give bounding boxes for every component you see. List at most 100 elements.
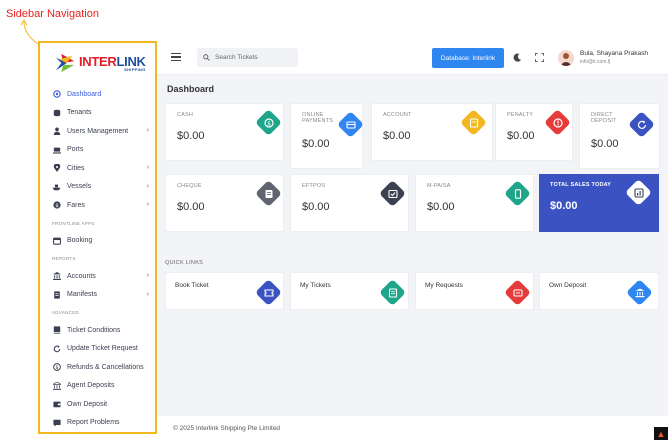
alert-icon bbox=[548, 113, 567, 132]
summary-card-cheque[interactable]: CHEQUE $0.00 bbox=[165, 174, 284, 232]
card-value: $0.00 bbox=[177, 201, 205, 213]
sidebar-item-own-deposit[interactable]: Own Deposit bbox=[40, 395, 155, 414]
quick-link-my-tickets[interactable]: My Tickets bbox=[290, 272, 409, 310]
quick-link-label: My Requests bbox=[425, 282, 463, 289]
card-value: $0.00 bbox=[383, 130, 411, 142]
sidebar-item-label: Report Problems bbox=[67, 419, 120, 427]
sidebar-item-users-management[interactable]: Users Management › bbox=[40, 122, 155, 141]
transfer-icon bbox=[632, 115, 651, 134]
footer: © 2025 Interlink Shipping Pte Limited bbox=[157, 417, 668, 440]
sidebar-item-cities[interactable]: Cities › bbox=[40, 159, 155, 178]
quick-link-label: My Tickets bbox=[300, 282, 331, 289]
database-button[interactable]: Database: Interlink bbox=[432, 48, 504, 68]
ledger-icon bbox=[464, 113, 483, 132]
footer-text: © 2025 Interlink Shipping Pte Limited bbox=[173, 425, 281, 432]
sidebar-item-dashboard[interactable]: Dashboard bbox=[40, 85, 155, 104]
chevron-right-icon: › bbox=[146, 272, 149, 279]
sidebar-item-refunds-cancellations[interactable]: $ Refunds & Cancellations bbox=[40, 358, 155, 377]
sidebar-item-label: Own Deposit bbox=[67, 400, 108, 408]
card-value: $0.00 bbox=[550, 200, 578, 212]
dashboard-icon bbox=[52, 90, 61, 99]
location-icon bbox=[52, 164, 61, 173]
sidebar-item-label: Update Ticket Request bbox=[67, 345, 138, 353]
refresh-icon bbox=[52, 344, 61, 353]
corner-logo-icon: ▲ bbox=[654, 427, 668, 440]
card-label: M-PAISA bbox=[427, 183, 451, 189]
sidebar-item-update-ticket-request[interactable]: Update Ticket Request bbox=[40, 340, 155, 359]
page-title: Dashboard bbox=[167, 84, 215, 94]
search-icon bbox=[203, 54, 210, 61]
card-label: CHEQUE bbox=[177, 183, 202, 189]
sidebar-item-fares[interactable]: $ Fares › bbox=[40, 196, 155, 215]
menu-toggle-icon[interactable] bbox=[171, 53, 181, 63]
sidebar-item-label: Fares bbox=[67, 201, 85, 209]
sidebar-item-label: Cities bbox=[67, 164, 85, 172]
card-label: DIRECT DEPOSIT bbox=[591, 112, 617, 125]
document-icon bbox=[52, 290, 61, 299]
chevron-right-icon: › bbox=[146, 182, 149, 190]
card-label: ONLINE PAYMENTS bbox=[302, 112, 334, 125]
sidebar-item-ports[interactable]: Ports bbox=[40, 141, 155, 160]
sidebar-item-vessels[interactable]: Vessels › bbox=[40, 178, 155, 197]
summary-card-total-sales-today[interactable]: TOTAL SALES TODAY $0.00 bbox=[539, 174, 659, 232]
chevron-right-icon: › bbox=[146, 201, 149, 208]
card-value: $0.00 bbox=[507, 130, 535, 142]
user-name[interactable]: Bula, Shayana Prakash bbox=[580, 50, 648, 57]
sidebar: INTERLINK SHIPPING Dashboard Tenants Use… bbox=[38, 41, 157, 434]
summary-card-m-paisa[interactable]: M-PAISA $0.00 bbox=[415, 174, 534, 232]
sidebar-nav: Dashboard Tenants Users Management › Por… bbox=[40, 85, 155, 432]
card-label: PENALTY bbox=[507, 112, 534, 118]
card-label: TOTAL SALES TODAY bbox=[550, 182, 612, 188]
search-input[interactable]: Search Tickets bbox=[197, 48, 298, 67]
summary-card-penalty[interactable]: PENALTY $0.00 bbox=[495, 103, 573, 161]
sidebar-item-label: Ports bbox=[67, 146, 84, 154]
brand-name-red: INTER bbox=[79, 53, 117, 69]
sidebar-item-manifests[interactable]: Manifests › bbox=[40, 286, 155, 305]
quick-link-label: Own Deposit bbox=[549, 282, 587, 289]
sidebar-item-ticket-conditions[interactable]: Ticket Conditions bbox=[40, 321, 155, 340]
card-value: $0.00 bbox=[591, 138, 619, 150]
summary-card-cash[interactable]: CASH $0.00 $ bbox=[165, 103, 284, 161]
card-value: $0.00 bbox=[302, 201, 330, 213]
ticket-icon bbox=[259, 283, 278, 302]
section-reports: REPORTS bbox=[52, 256, 76, 261]
card-label: EFTPOS bbox=[302, 183, 326, 189]
main-content: Dashboard CASH $0.00 $ ONLINE PAYMENTS $… bbox=[157, 75, 668, 416]
sidebar-item-label: Agent Deposits bbox=[67, 382, 115, 390]
sidebar-item-report-problems[interactable]: Report Problems bbox=[40, 414, 155, 433]
avatar[interactable] bbox=[558, 50, 574, 66]
sidebar-item-accounts[interactable]: Accounts › bbox=[40, 267, 155, 286]
quick-link-own-deposit[interactable]: Own Deposit bbox=[539, 272, 659, 310]
sidebar-item-tenants[interactable]: Tenants bbox=[40, 104, 155, 123]
chevron-right-icon: › bbox=[146, 290, 149, 298]
summary-card-online-payments[interactable]: ONLINE PAYMENTS $0.00 bbox=[290, 103, 364, 169]
quick-link-book-ticket[interactable]: Book Ticket bbox=[165, 272, 284, 310]
sidebar-item-agent-deposits[interactable]: Agent Deposits bbox=[40, 377, 155, 396]
mobile-icon bbox=[508, 184, 527, 203]
sidebar-item-booking[interactable]: Booking bbox=[40, 232, 155, 251]
quick-link-my-requests[interactable]: My Requests bbox=[415, 272, 534, 310]
summary-card-eftpos[interactable]: EFTPOS $0.00 bbox=[290, 174, 409, 232]
section-frontline-apps: FRONTLINE APPS bbox=[52, 220, 95, 226]
user-icon bbox=[52, 127, 61, 136]
sidebar-item-label: Accounts bbox=[67, 272, 96, 280]
user-email: info@it.com.fj bbox=[580, 59, 611, 65]
sidebar-item-label: Tenants bbox=[67, 109, 92, 117]
refund-icon: $ bbox=[52, 363, 61, 372]
fullscreen-icon[interactable] bbox=[535, 53, 544, 62]
money-icon: $ bbox=[259, 113, 278, 132]
sidebar-item-label: Ticket Conditions bbox=[67, 326, 121, 334]
book-icon bbox=[52, 326, 61, 335]
brand-logo[interactable]: INTERLINK SHIPPING bbox=[40, 45, 155, 81]
sidebar-item-label: Users Management bbox=[67, 127, 129, 135]
summary-card-account[interactable]: ACCOUNT $0.00 bbox=[371, 103, 493, 161]
bank-icon bbox=[52, 381, 61, 390]
request-icon bbox=[508, 283, 527, 302]
dark-mode-icon[interactable] bbox=[513, 53, 522, 62]
sidebar-item-label: Refunds & Cancellations bbox=[67, 363, 144, 371]
bank-icon bbox=[630, 283, 649, 302]
svg-text:$: $ bbox=[55, 365, 58, 371]
calendar-icon bbox=[52, 236, 61, 245]
sidebar-item-label: Booking bbox=[67, 237, 93, 245]
summary-card-direct-deposit[interactable]: DIRECT DEPOSIT $0.00 bbox=[579, 103, 660, 169]
